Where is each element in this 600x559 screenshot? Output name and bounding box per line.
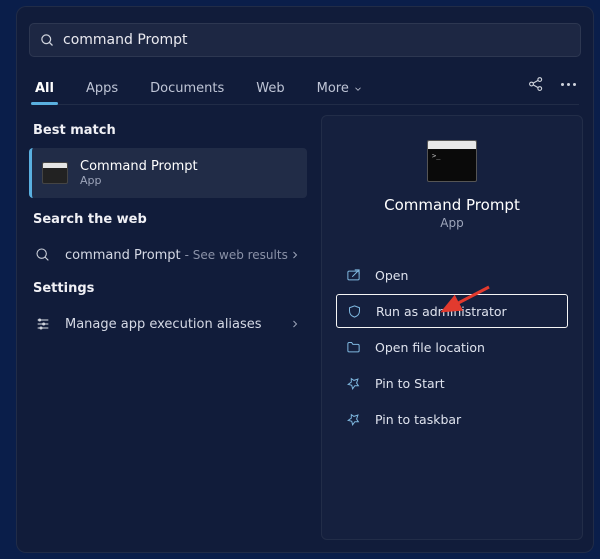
chevron-right-icon [289,249,301,261]
share-flow-icon[interactable] [527,75,545,93]
action-open-file-location-label: Open file location [375,340,485,355]
folder-icon [346,340,361,355]
settings-result-item[interactable]: Manage app execution aliases [29,306,307,342]
command-prompt-icon [42,162,68,184]
open-icon [346,268,361,283]
chevron-down-icon [353,84,363,94]
shield-icon [347,304,362,319]
action-run-as-admin[interactable]: Run as administrator [336,294,568,328]
filter-tabs: All Apps Documents Web More [31,71,579,105]
action-open-file-location[interactable]: Open file location [336,330,568,364]
best-match-item[interactable]: Command Prompt App [29,148,307,198]
detail-subtitle: App [322,216,582,230]
search-field[interactable]: command Prompt [29,23,581,57]
pin-icon [346,412,361,427]
tab-more[interactable]: More [313,81,367,104]
action-run-as-admin-label: Run as administrator [376,304,507,319]
start-search-panel: command Prompt All Apps Documents Web Mo… [16,6,594,553]
detail-panel: Command Prompt App Open Run as administr… [321,115,583,540]
search-query-text: command Prompt [63,32,188,48]
action-pin-taskbar-label: Pin to taskbar [375,412,461,427]
web-result-label: command Prompt [65,248,181,263]
action-pin-taskbar[interactable]: Pin to taskbar [336,402,568,436]
best-match-subtitle: App [80,174,198,187]
action-open-label: Open [375,268,408,283]
section-search-web: Search the web [33,212,303,227]
search-icon [40,33,55,48]
pin-icon [346,376,361,391]
action-pin-start[interactable]: Pin to Start [336,366,568,400]
web-result-hint: - See web results [185,248,288,262]
web-result-item[interactable]: command Prompt - See web results [29,237,307,273]
settings-result-label: Manage app execution aliases [65,317,262,332]
best-match-title: Command Prompt [80,159,198,174]
action-open[interactable]: Open [336,258,568,292]
section-best-match: Best match [33,123,303,138]
more-options-icon[interactable] [561,75,579,93]
chevron-right-icon [289,318,301,330]
command-prompt-icon [427,140,477,182]
results-column: Best match Command Prompt App Search the… [29,115,307,342]
tab-documents[interactable]: Documents [146,81,228,104]
tab-apps[interactable]: Apps [82,81,122,104]
aliases-icon [35,316,51,332]
section-settings: Settings [33,281,303,296]
search-icon [35,247,51,263]
tab-web[interactable]: Web [252,81,288,104]
action-pin-start-label: Pin to Start [375,376,445,391]
tab-all[interactable]: All [31,81,58,104]
detail-title: Command Prompt [322,196,582,214]
